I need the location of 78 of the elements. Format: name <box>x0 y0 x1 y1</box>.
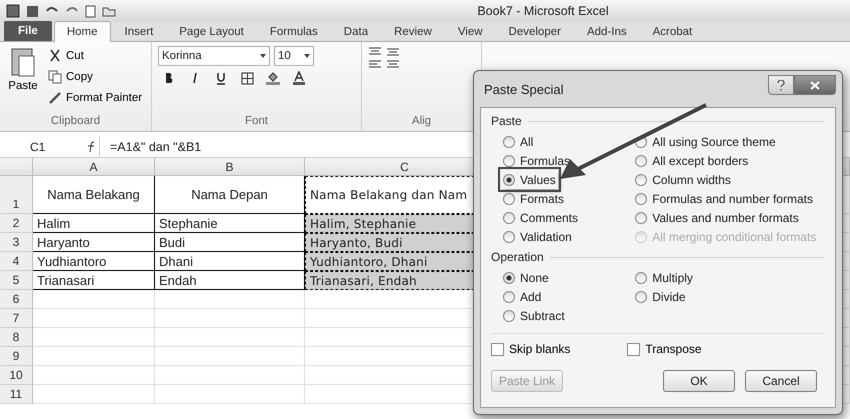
copy-button[interactable]: Copy <box>46 67 144 87</box>
group-label: Font <box>244 115 269 129</box>
section-label: Paste <box>491 114 522 128</box>
radio-option[interactable]: Divide <box>633 287 688 306</box>
radio-option[interactable]: Formulas and number formats <box>633 189 815 208</box>
row-header[interactable]: 2 <box>0 214 33 233</box>
ok-button[interactable]: OK <box>663 370 735 392</box>
close-icon <box>810 80 820 90</box>
caret-icon <box>260 54 266 58</box>
radio-option[interactable]: Multiply <box>633 268 695 287</box>
table-cell: Haryanto <box>33 233 155 252</box>
cut-button[interactable]: Cut <box>46 46 144 66</box>
table-cell: Halim <box>33 214 155 233</box>
radio-option[interactable]: Values and number formats <box>633 208 801 227</box>
caret-icon <box>304 54 310 58</box>
table-cell: Stephanie <box>155 214 305 233</box>
align-middle-icon <box>386 46 400 58</box>
new-document-icon <box>85 4 96 18</box>
dialog-title: Paste Special <box>483 82 564 96</box>
font-name-field[interactable]: Korinna <box>158 46 270 66</box>
table-cell: Dhani <box>155 252 305 271</box>
font-color-icon <box>293 71 305 85</box>
row-header[interactable]: 8 <box>0 328 33 347</box>
radio-option[interactable]: Subtract <box>501 306 567 325</box>
group-label: Alig <box>410 115 432 129</box>
ribbon-tab[interactable]: Developer <box>496 22 573 41</box>
row-header[interactable]: 9 <box>0 347 33 366</box>
font-size-field[interactable]: 10 <box>274 46 314 66</box>
radio-option[interactable]: All except borders <box>633 151 750 170</box>
table-cell: Nama Belakang <box>33 176 155 214</box>
row-header[interactable]: 3 <box>0 233 33 252</box>
clipboard-icon <box>10 46 36 78</box>
checkbox[interactable]: Transpose <box>627 342 702 356</box>
help-icon <box>777 80 785 90</box>
table-cell: Yudhiantoro <box>33 252 155 271</box>
radio-option[interactable]: All using Source theme <box>633 132 778 151</box>
ribbon-tab[interactable]: Data <box>332 22 380 41</box>
ribbon-tab[interactable]: Add-Ins <box>574 22 639 41</box>
ribbon-tab[interactable]: Insert <box>112 22 166 41</box>
row-header[interactable]: 10 <box>0 366 33 385</box>
underline-icon <box>216 72 226 84</box>
grid-icon <box>240 72 254 84</box>
ribbon-tab[interactable]: Acrobat <box>640 22 704 41</box>
group-label: Clipboard <box>50 115 102 129</box>
ribbon-tab[interactable]: View <box>446 22 495 41</box>
table-cell: Trianasari <box>33 271 155 290</box>
scissors-icon <box>48 49 62 63</box>
column-header[interactable]: B <box>155 158 305 176</box>
ribbon-tab[interactable]: Home <box>54 21 110 42</box>
table-cell: Nama Depan <box>155 176 305 214</box>
help-button[interactable] <box>768 75 794 95</box>
table-cell: Endah <box>155 271 305 290</box>
cancel-button[interactable]: Cancel <box>745 370 817 392</box>
close-button[interactable] <box>794 75 836 95</box>
ribbon-tab[interactable]: Review <box>382 22 444 41</box>
row-header[interactable]: 1 <box>0 176 33 214</box>
italic-icon <box>191 72 199 84</box>
paint-bucket-icon <box>266 71 280 85</box>
checkbox[interactable]: Skip blanks <box>491 342 570 356</box>
row-header[interactable]: 5 <box>0 271 33 290</box>
ribbon-tab[interactable]: File <box>4 21 52 41</box>
name-box[interactable]: C1 <box>0 140 85 154</box>
column-header[interactable]: A <box>33 158 155 176</box>
bold-icon <box>164 72 174 84</box>
window-title: Book7 - Microsoft Excel <box>476 4 610 18</box>
row-header[interactable]: 6 <box>0 290 33 309</box>
radio-option[interactable]: Add <box>501 287 544 306</box>
radio-option[interactable]: Column widths <box>633 170 733 189</box>
paste-button[interactable]: Paste <box>6 46 40 111</box>
copy-icon <box>48 70 62 84</box>
ribbon-tab[interactable]: Page Layout <box>167 22 256 41</box>
ribbon-tab[interactable]: Formulas <box>258 22 330 41</box>
row-header[interactable]: 4 <box>0 252 33 271</box>
radio-option[interactable]: All <box>501 132 536 151</box>
row-header[interactable]: 11 <box>0 385 33 404</box>
row-header[interactable]: 7 <box>0 309 33 328</box>
open-folder-icon <box>102 5 116 17</box>
format-painter-button[interactable]: Format Painter <box>46 88 144 108</box>
